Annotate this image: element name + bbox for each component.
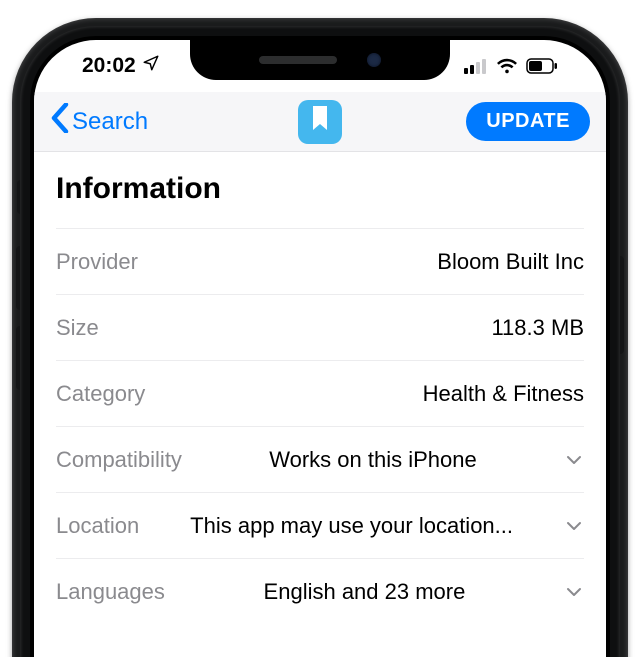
row-category: Category Health & Fitness bbox=[56, 360, 584, 426]
app-icon bbox=[298, 100, 342, 144]
phone-frame: 20:02 bbox=[12, 18, 628, 657]
row-size: Size 118.3 MB bbox=[56, 294, 584, 360]
front-camera bbox=[367, 53, 381, 67]
row-value: 118.3 MB bbox=[491, 315, 584, 341]
update-button[interactable]: UPDATE bbox=[466, 102, 590, 141]
row-label: Category bbox=[56, 381, 145, 407]
row-value: Health & Fitness bbox=[423, 381, 584, 407]
row-value: English and 23 more bbox=[264, 579, 466, 605]
row-languages[interactable]: Languages English and 23 more bbox=[56, 558, 584, 624]
wifi-icon bbox=[496, 58, 518, 74]
row-value: This app may use your location... bbox=[190, 513, 513, 539]
location-arrow-icon bbox=[142, 54, 160, 78]
row-provider: Provider Bloom Built Inc bbox=[56, 228, 584, 294]
row-value: Works on this iPhone bbox=[269, 447, 476, 473]
row-compatibility[interactable]: Compatibility Works on this iPhone bbox=[56, 426, 584, 492]
row-label: Languages bbox=[56, 579, 165, 605]
chevron-down-icon bbox=[564, 516, 584, 536]
row-label: Provider bbox=[56, 249, 138, 275]
battery-icon bbox=[526, 58, 558, 74]
chevron-down-icon bbox=[564, 450, 584, 470]
information-section: Information Provider Bloom Built Inc Siz… bbox=[34, 152, 606, 657]
bookmark-icon bbox=[310, 106, 330, 137]
back-button[interactable]: Search bbox=[50, 103, 148, 140]
row-label: Size bbox=[56, 315, 99, 341]
status-time: 20:02 bbox=[82, 54, 136, 78]
chevron-left-icon bbox=[50, 103, 70, 140]
section-title: Information bbox=[56, 172, 584, 228]
row-label: Compatibility bbox=[56, 447, 182, 473]
cellular-signal-icon bbox=[464, 58, 488, 74]
back-label: Search bbox=[72, 108, 148, 136]
row-value: Bloom Built Inc bbox=[437, 249, 584, 275]
chevron-down-icon bbox=[564, 582, 584, 602]
earpiece-speaker bbox=[259, 56, 337, 64]
row-location[interactable]: Location This app may use your location.… bbox=[56, 492, 584, 558]
navigation-bar: Search UPDATE bbox=[34, 92, 606, 152]
row-label: Location bbox=[56, 513, 139, 539]
device-notch bbox=[190, 40, 450, 80]
